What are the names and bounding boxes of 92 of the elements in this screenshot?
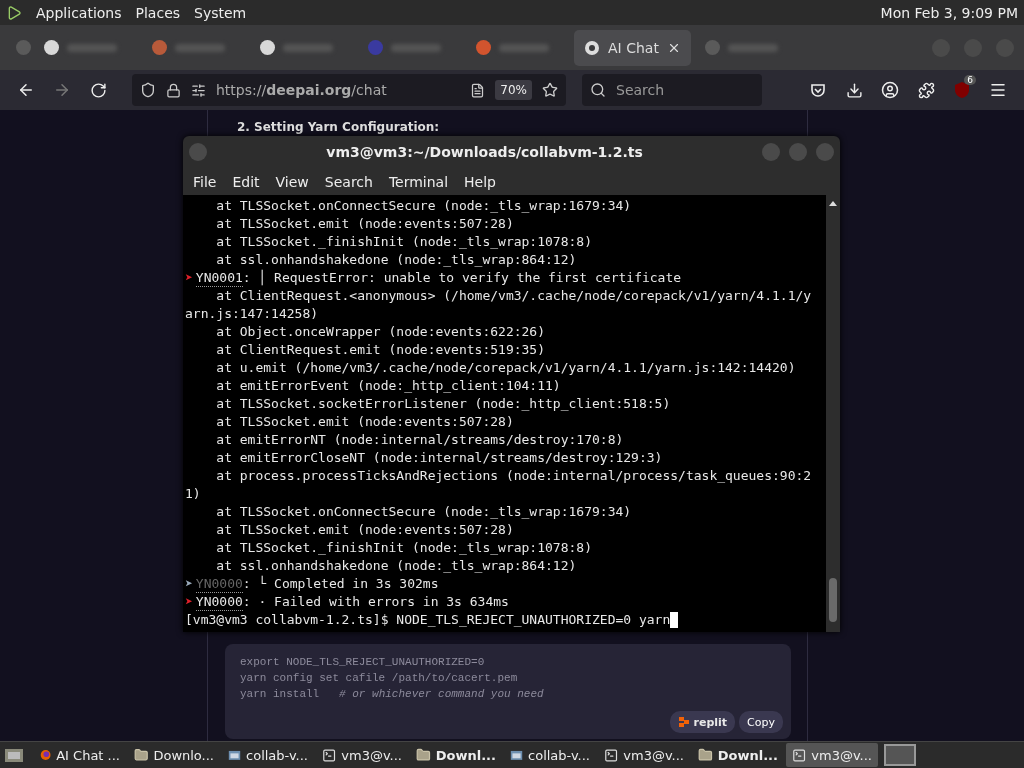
account-icon[interactable] — [881, 81, 899, 99]
message-code: YN0000 — [195, 593, 243, 611]
bookmark-star-icon[interactable] — [542, 82, 558, 98]
folder-icon — [134, 747, 149, 763]
pocket-icon[interactable] — [810, 82, 826, 98]
terminal-line: at process.processTicksAndRejections (node:internal/process/task_queues:90:2 — [215, 467, 812, 485]
terminal-menu[interactable]: Search — [318, 173, 379, 190]
clock: Mon Feb 3, 9:09 PM — [880, 4, 1018, 21]
download-icon[interactable] — [845, 81, 863, 99]
terminal-line: at TLSSocket.socketErrorListener (node:_http_client:518:5) — [215, 395, 671, 413]
terminal-line: : └ Completed in 3s 302ms — [242, 575, 439, 593]
terminal-line: at emitErrorNT (node:internal/streams/destroy:170:8) — [215, 431, 624, 449]
terminal-line: at Object.onceWrapper (node:events:622:26) — [215, 323, 546, 341]
folder-icon — [416, 747, 431, 763]
replit-button[interactable]: replit — [669, 711, 736, 733]
taskbar-item[interactable]: vm3@v... — [786, 743, 878, 767]
terminal-line: at TLSSocket.onConnectSecure (node:_tls_wrap:1679:34) — [215, 503, 632, 521]
terminal-menu[interactable]: Terminal — [382, 173, 455, 190]
extension-badge: 6 — [964, 75, 976, 85]
back-icon[interactable] — [17, 81, 35, 99]
terminal-line: at emitErrorCloseNT (node:internal/streams/destroy:129:3) — [215, 449, 663, 467]
firefox-icon — [40, 747, 52, 763]
window-title: vm3@vm3:~/Downloads/collabvm-1.2.ts — [325, 144, 644, 160]
terminal-menu[interactable]: View — [269, 173, 315, 190]
terminal-line: at ssl.onhandshakedone (node:_tls_wrap:864:12) — [215, 557, 577, 575]
terminal-menu[interactable]: File — [187, 173, 223, 190]
terminal-menu[interactable]: Help — [458, 173, 502, 190]
terminal-line: at TLSSocket.emit (node:events:507:28) — [215, 215, 514, 233]
terminal-line: at ClientRequest.<anonymous> (/home/vm3/.cache/node/corepack/v1/yarn/4.1.1/y — [215, 287, 812, 305]
show-desktop-icon[interactable] — [4, 746, 24, 764]
reload-icon[interactable] — [89, 81, 107, 99]
taskbar-item[interactable]: vm3@v... — [598, 743, 690, 767]
replit-logo-icon — [677, 716, 690, 728]
terminal-line: at ssl.onhandshakedone (node:_tls_wrap:864:12) — [215, 251, 577, 269]
terminal-line: at TLSSocket.emit (node:events:507:28) — [215, 521, 514, 539]
copy-button[interactable]: Copy — [739, 711, 783, 733]
terminal-icon — [322, 747, 337, 763]
zoom-level[interactable]: 70% — [495, 80, 532, 100]
message-code: YN0000 — [195, 575, 243, 593]
search-icon[interactable] — [590, 82, 606, 98]
taskbar-item[interactable]: collab-v... — [504, 743, 596, 767]
panel-menu[interactable]: Places — [135, 4, 181, 21]
terminal-line: at emitErrorEvent (node:_http_client:104:11) — [215, 377, 561, 395]
terminal-line: at TLSSocket._finishInit (node:_tls_wrap:1078:8) — [215, 539, 592, 557]
terminal-line: at u.emit (/home/vm3/.cache/node/corepack/v1/yarn/4.1.1/yarn.js:142:14420) — [215, 359, 796, 377]
terminal-menu[interactable]: Edit — [226, 173, 266, 190]
lock-icon[interactable] — [166, 82, 181, 98]
section-heading: 2. Setting Yarn Configuration: — [236, 120, 441, 134]
terminal-line: 1) — [185, 485, 201, 503]
terminal-icon — [792, 747, 807, 763]
terminal-line: arn.js:147:14258) — [185, 305, 319, 323]
taskbar-item[interactable]: Downl... — [410, 743, 502, 767]
terminal-line: : │ RequestError: unable to verify the first certificate — [242, 269, 682, 287]
scroll-up-icon[interactable] — [828, 199, 838, 207]
extensions-icon[interactable] — [917, 81, 935, 99]
taskbar-item[interactable]: Downl... — [692, 743, 784, 767]
terminal-line: at TLSSocket.emit (node:events:507:28) — [215, 413, 514, 431]
marker-glyph: ➤ — [185, 593, 193, 611]
marker-glyph: ➤ — [185, 575, 193, 593]
search-input[interactable]: Search — [614, 81, 748, 99]
site-icon — [584, 39, 600, 56]
code-line: yarn config set cafile /path/to/cacert.pem — [240, 671, 519, 686]
menu-icon[interactable] — [989, 81, 1007, 99]
terminal-line: at TLSSocket._finishInit (node:_tls_wrap:1078:8) — [215, 233, 592, 251]
browser-tab[interactable]: AI Chat — [574, 29, 691, 66]
panel-menu[interactable]: System — [194, 4, 247, 21]
menu-logo-icon[interactable] — [6, 4, 22, 21]
workspace-switcher[interactable] — [884, 744, 916, 766]
forward-icon[interactable] — [53, 81, 71, 99]
permissions-icon[interactable] — [191, 82, 206, 98]
shield-icon[interactable] — [140, 82, 156, 98]
terminal-line: : · Failed with errors in 3s 634ms — [242, 593, 509, 611]
taskbar-item[interactable]: collab-v... — [222, 743, 314, 767]
terminal-icon — [604, 747, 619, 763]
code-line: yarn install # or whichever command you need — [240, 687, 545, 702]
taskbar-item[interactable]: Downlo... — [128, 743, 220, 767]
reader-view-icon[interactable] — [470, 82, 486, 98]
marker-glyph: ➤ — [185, 269, 193, 287]
panel-menu[interactable]: Applications — [36, 4, 122, 21]
taskbar-item[interactable]: AI Chat ... — [34, 743, 126, 767]
url-field[interactable]: https://deepai.org/chat 70% — [132, 74, 566, 106]
terminal-line: at ClientRequest.emit (node:events:519:35) — [215, 341, 546, 359]
text-cursor — [670, 612, 679, 628]
folder-icon — [698, 747, 713, 763]
terminal-line: at TLSSocket.onConnectSecure (node:_tls_wrap:1679:34) — [215, 197, 632, 215]
command-prompt: [vm3@vm3 collabvm-1.2.ts]$ NODE_TLS_REJECT_UNAUTHORIZED=0 yarn — [185, 611, 671, 629]
scrollbar-thumb[interactable] — [829, 578, 837, 622]
message-code: YN0001 — [195, 269, 243, 287]
url-text: https://deepai.org/chat — [216, 82, 388, 98]
search-box[interactable]: Search — [582, 74, 762, 106]
code-line: export NODE_TLS_REJECT_UNAUTHORIZED=0 — [240, 655, 486, 670]
taskbar-item[interactable]: vm3@v... — [316, 743, 408, 767]
